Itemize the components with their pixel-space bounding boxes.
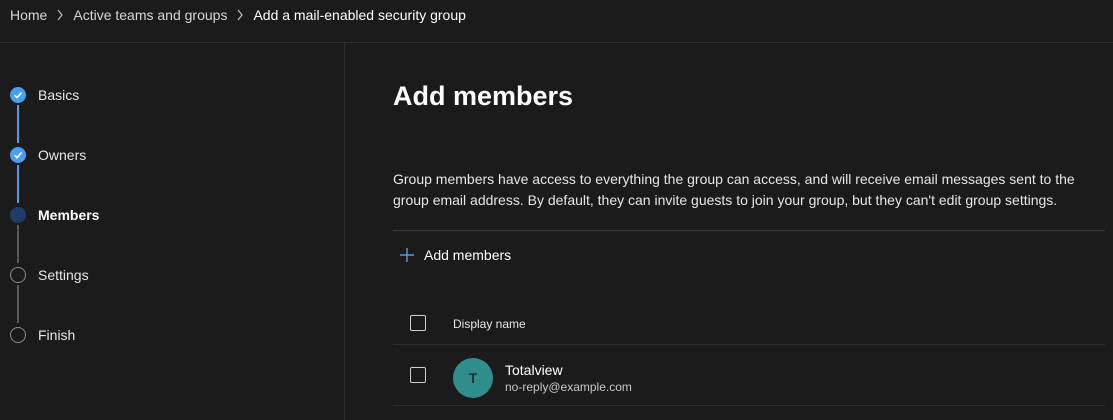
step-connector xyxy=(17,225,19,263)
wizard-step-label: Owners xyxy=(38,147,87,163)
wizard-step-finish[interactable]: Finish xyxy=(10,325,75,345)
add-members-label: Add members xyxy=(424,247,512,263)
wizard-steps: Basics Owners Members Settings Finish xyxy=(0,43,344,420)
wizard-step-members[interactable]: Members xyxy=(10,205,99,225)
step-connector xyxy=(17,165,19,203)
wizard-step-label: Basics xyxy=(38,87,80,103)
column-header-display-name[interactable]: Display name xyxy=(453,317,526,331)
chevron-right-icon xyxy=(236,9,244,21)
checkmark-icon xyxy=(10,87,26,103)
wizard-step-owners[interactable]: Owners xyxy=(10,145,86,165)
avatar: T xyxy=(453,358,493,398)
add-members-button[interactable]: Add members xyxy=(399,244,511,266)
wizard-step-label: Finish xyxy=(38,327,76,343)
member-email: no-reply@example.com xyxy=(505,380,632,394)
chevron-right-icon xyxy=(56,9,64,21)
plus-icon xyxy=(399,247,415,263)
breadcrumb-home[interactable]: Home xyxy=(10,7,47,23)
breadcrumb: Home Active teams and groups Add a mail-… xyxy=(10,0,466,30)
member-name: Totalview xyxy=(505,362,563,378)
current-step-icon xyxy=(10,207,26,223)
select-all-checkbox[interactable] xyxy=(410,315,426,331)
wizard-step-basics[interactable]: Basics xyxy=(10,85,79,105)
breadcrumb-active-teams[interactable]: Active teams and groups xyxy=(73,7,227,23)
row-checkbox[interactable] xyxy=(410,367,426,383)
wizard-step-settings[interactable]: Settings xyxy=(10,265,89,285)
panel-divider xyxy=(344,43,345,420)
table-header-divider xyxy=(393,344,1105,345)
section-divider xyxy=(393,230,1105,231)
table-row-divider xyxy=(393,405,1105,406)
wizard-step-label: Members xyxy=(38,207,100,223)
wizard-step-label: Settings xyxy=(38,267,89,283)
pending-step-icon xyxy=(10,267,26,283)
checkmark-icon xyxy=(10,147,26,163)
breadcrumb-current: Add a mail-enabled security group xyxy=(253,7,466,23)
step-connector xyxy=(17,105,19,143)
pending-step-icon xyxy=(10,327,26,343)
step-connector xyxy=(17,285,19,323)
page-description: Group members have access to everything … xyxy=(393,171,1075,208)
avatar-initial: T xyxy=(468,370,478,386)
page-title: Add members xyxy=(393,81,574,111)
